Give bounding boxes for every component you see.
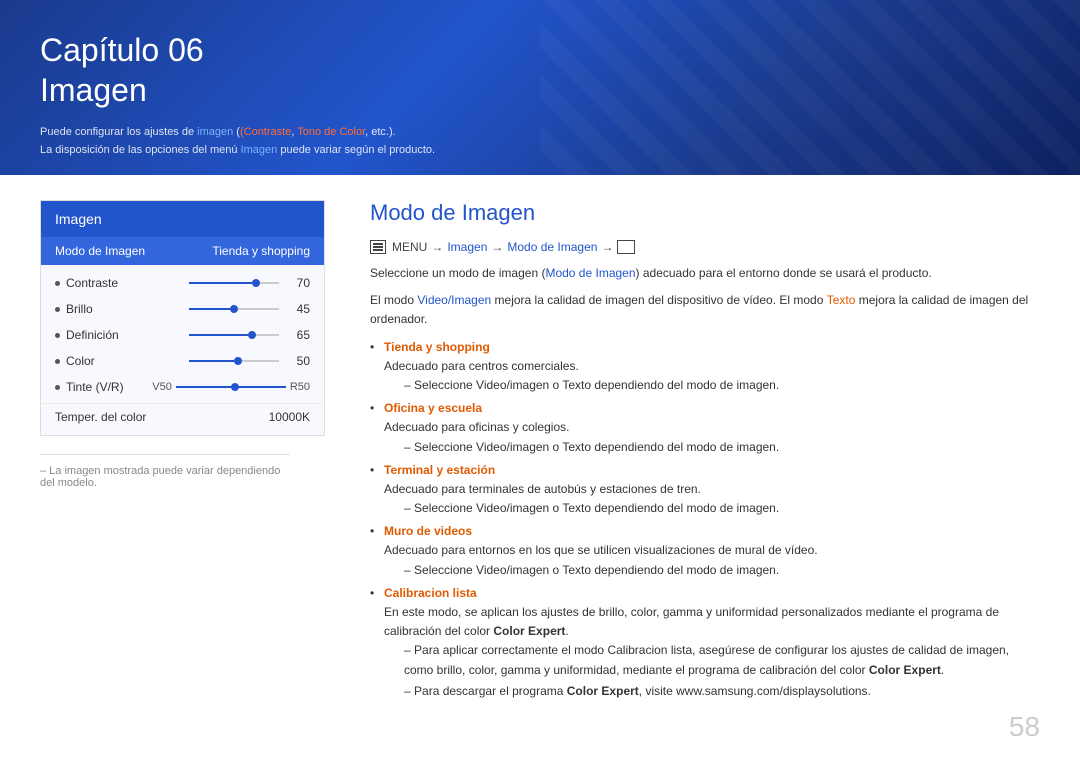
sub-item: Seleccione Video/imagen o Texto dependie…: [384, 378, 779, 392]
menu-box: Imagen Modo de Imagen Tienda y shopping …: [40, 200, 325, 436]
slider-thumb[interactable]: [248, 331, 256, 339]
bullet-desc: Adecuado para centros comerciales.: [384, 359, 579, 373]
item-left: Tinte (V/R): [55, 380, 124, 394]
dot-icon: [55, 359, 60, 364]
menu-label: MENU: [392, 240, 427, 254]
sub-item: Seleccione Video/imagen o Texto dependie…: [384, 440, 779, 454]
slider-value: 70: [285, 276, 310, 290]
path-end-icon: [617, 240, 635, 254]
main-content: Imagen Modo de Imagen Tienda y shopping …: [0, 175, 1080, 734]
path-item1: Imagen: [447, 240, 487, 254]
menu-icon: [370, 240, 386, 254]
menu-path: MENU → Imagen → Modo de Imagen →: [370, 240, 1040, 254]
tint-row: Tinte (V/R) V50 R50: [41, 374, 324, 400]
slider-track: [189, 334, 279, 336]
slider-thumb[interactable]: [230, 305, 238, 313]
bullet-title: Calibracion lista: [384, 586, 477, 600]
slider-fill: [189, 282, 252, 284]
bullet-desc: Adecuado para oficinas y colegios.: [384, 420, 569, 434]
temper-value: 10000K: [269, 410, 310, 424]
decorative-shapes: [720, 10, 1040, 175]
dot-icon: [55, 333, 60, 338]
dot-icon: [55, 385, 60, 390]
tint-right-value: R50: [290, 381, 310, 393]
slider-value: 50: [285, 354, 310, 368]
dot-icon: [55, 307, 60, 312]
tint-thumb[interactable]: [231, 383, 239, 391]
menu-items: Contraste 70 Brillo: [41, 265, 324, 435]
sub-item: Para descargar el programa Color Expert,…: [384, 682, 1040, 701]
item-left: Definición: [55, 328, 119, 342]
slider-fill: [189, 360, 234, 362]
list-item: Oficina y escuela Adecuado para oficinas…: [370, 399, 1040, 457]
list-item: Contraste 70: [41, 270, 324, 296]
bullet-title: Muro de videos: [384, 524, 472, 538]
right-panel: Modo de Imagen MENU → Imagen → Modo de I…: [370, 200, 1040, 709]
path-item2: Modo de Imagen: [507, 240, 597, 254]
arrow-icon: →: [491, 240, 503, 254]
list-item: Calibracion lista En este modo, se aplic…: [370, 584, 1040, 701]
slider-fill: [189, 334, 248, 336]
left-panel: Imagen Modo de Imagen Tienda y shopping …: [40, 200, 340, 709]
bullet-title: Terminal y estación: [384, 463, 495, 477]
list-item: Tienda y shopping Adecuado para centros …: [370, 338, 1040, 396]
temper-row: Temper. del color 10000K: [41, 403, 324, 430]
slider-thumb[interactable]: [252, 279, 260, 287]
slider-value: 45: [285, 302, 310, 316]
arrow-icon: →: [431, 240, 443, 254]
list-item: Color 50: [41, 348, 324, 374]
slider-track: [189, 308, 279, 310]
list-item: Muro de videos Adecuado para entornos en…: [370, 522, 1040, 580]
page-number: 58: [1009, 711, 1040, 743]
slider-thumb[interactable]: [234, 357, 242, 365]
bullet-desc: Adecuado para entornos en los que se uti…: [384, 543, 818, 557]
sub-item: Seleccione Video/imagen o Texto dependie…: [384, 501, 779, 515]
temper-label: Temper. del color: [55, 410, 146, 424]
section-title: Modo de Imagen: [370, 200, 1040, 226]
tint-track: [176, 386, 286, 388]
bullet-title: Tienda y shopping: [384, 340, 490, 354]
item-left: Color: [55, 354, 95, 368]
slider-container: 65: [189, 328, 310, 342]
desc-text-1: Seleccione un modo de imagen (Modo de Im…: [370, 264, 1040, 283]
slider-value: 65: [285, 328, 310, 342]
image-note: – La imagen mostrada puede variar depend…: [40, 454, 290, 489]
slider-track: [189, 282, 279, 284]
sub-item: Para aplicar correctamente el modo Calib…: [384, 641, 1040, 679]
menu-header: Imagen: [41, 201, 324, 237]
slider-fill: [189, 308, 230, 310]
sub-item: Seleccione Video/imagen o Texto dependie…: [384, 563, 779, 577]
item-left: Brillo: [55, 302, 93, 316]
bullet-title: Oficina y escuela: [384, 401, 482, 415]
slider-container: 50: [189, 354, 310, 368]
list-item: Definición 65: [41, 322, 324, 348]
desc-text-2: El modo Video/Imagen mejora la calidad d…: [370, 291, 1040, 329]
header-banner: Capítulo 06 Imagen Puede configurar los …: [0, 0, 1080, 175]
slider-container: 70: [189, 276, 310, 290]
slider-track: [189, 360, 279, 362]
bullet-desc: En este modo, se aplican los ajustes de …: [384, 605, 999, 638]
list-item: Terminal y estación Adecuado para termin…: [370, 461, 1040, 519]
tint-left-value: V50: [152, 381, 172, 393]
item-left: Contraste: [55, 276, 118, 290]
list-item: Brillo 45: [41, 296, 324, 322]
menu-row-header: Modo de Imagen Tienda y shopping: [41, 237, 324, 265]
slider-container: 45: [189, 302, 310, 316]
dot-icon: [55, 281, 60, 286]
bullet-list: Tienda y shopping Adecuado para centros …: [370, 338, 1040, 701]
bullet-desc: Adecuado para terminales de autobús y es…: [384, 482, 701, 496]
arrow-icon: →: [601, 240, 613, 254]
